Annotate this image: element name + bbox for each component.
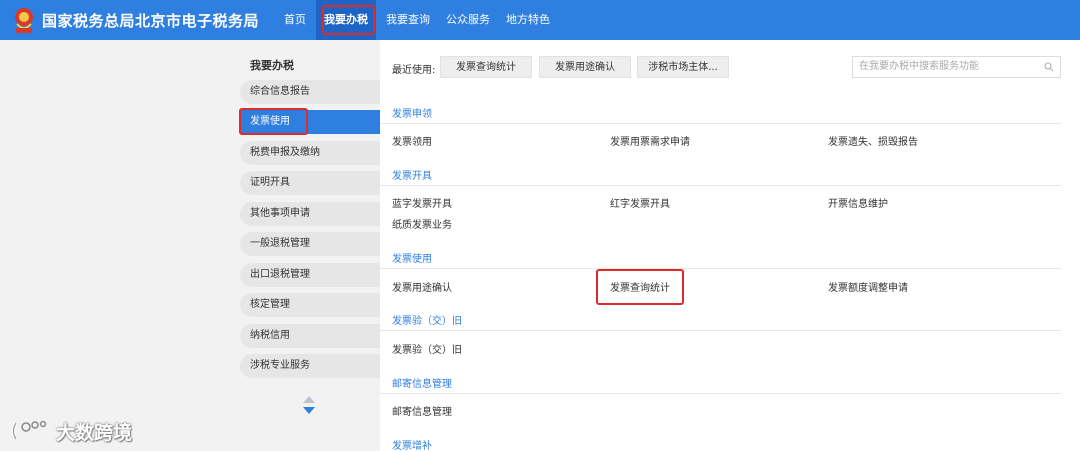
section-divider (380, 268, 1061, 269)
section-title-invoice-verify: 发票验（交）旧 (392, 316, 462, 327)
search-icon[interactable] (1044, 62, 1054, 72)
sidebar-item-professional-services[interactable]: 涉税专业服务 (240, 354, 380, 378)
top-nav-bar: 国家税务总局北京市电子税务局 首页 我要办税 我要查询 公众服务 地方特色 (0, 0, 1080, 40)
link-red-invoice[interactable]: 红字发票开具 (610, 195, 670, 210)
sidebar-item-export-refund[interactable]: 出口退税管理 (240, 263, 380, 287)
section-title-invoice-apply: 发票申领 (392, 109, 432, 120)
link-invoice-verify[interactable]: 发票验（交）旧 (392, 341, 462, 356)
recent-label: 最近使用: (392, 65, 436, 76)
link-mail-info[interactable]: 邮寄信息管理 (392, 403, 452, 418)
link-paper-invoice[interactable]: 纸质发票业务 (392, 216, 452, 231)
sidebar-item-general-refund[interactable]: 一般退税管理 (240, 232, 380, 256)
section-title-invoice-issue: 发票开具 (392, 171, 432, 182)
highlight-box-link (596, 269, 684, 305)
link-invoice-receive[interactable]: 发票领用 (392, 133, 432, 148)
link-blue-invoice[interactable]: 蓝字发票开具 (392, 195, 452, 210)
sidebar-item-other-applications[interactable]: 其他事项申请 (240, 202, 380, 226)
sidebar-item-tax-credit[interactable]: 纳税信用 (240, 324, 380, 348)
nav-query[interactable]: 我要查询 (382, 0, 434, 40)
section-title-invoice-use: 发票使用 (392, 254, 432, 265)
link-invoice-purpose[interactable]: 发票用途确认 (392, 279, 452, 294)
section-divider (380, 123, 1061, 124)
search-placeholder: 在我要办税中搜索服务功能 (859, 61, 979, 72)
scroll-arrows-icon[interactable] (302, 395, 316, 415)
section-divider (380, 330, 1061, 331)
sidebar-item-comprehensive-report[interactable]: 综合信息报告 (240, 80, 380, 104)
sidebar-title: 我要办税 (250, 59, 294, 72)
section-divider (380, 393, 1061, 394)
nav-home[interactable]: 首页 (276, 0, 314, 40)
link-invoice-demand[interactable]: 发票用票需求申请 (610, 133, 690, 148)
sidebar-item-assessment[interactable]: 核定管理 (240, 293, 380, 317)
watermark: 大数跨境 (10, 416, 132, 446)
link-invoice-info-maintain[interactable]: 开票信息维护 (828, 195, 888, 210)
link-invoice-quota-adjust[interactable]: 发票额度调整申请 (828, 279, 908, 294)
search-input[interactable]: 在我要办税中搜索服务功能 (852, 56, 1061, 78)
watermark-logo-icon (12, 420, 47, 440)
sidebar-item-tax-declaration[interactable]: 税费申报及缴纳 (240, 141, 380, 165)
recent-market-entity-button[interactable]: 涉税市场主体... (637, 56, 729, 78)
section-title-mail-info: 邮寄信息管理 (392, 379, 452, 390)
link-invoice-loss-report[interactable]: 发票遗失、损毁报告 (828, 133, 918, 148)
sidebar-item-certificate[interactable]: 证明开具 (240, 171, 380, 195)
highlight-box-nav (322, 5, 375, 35)
recent-invoice-query-button[interactable]: 发票查询统计 (440, 56, 532, 78)
watermark-text: 大数跨境 (56, 421, 133, 444)
section-divider (380, 185, 1061, 186)
highlight-box-sidebar (239, 108, 308, 135)
nav-local-features[interactable]: 地方特色 (502, 0, 554, 40)
nav-public-service[interactable]: 公众服务 (442, 0, 494, 40)
tax-emblem-icon (15, 8, 33, 33)
site-title[interactable]: 国家税务总局北京市电子税务局 (42, 10, 259, 31)
recent-invoice-purpose-button[interactable]: 发票用途确认 (539, 56, 631, 78)
section-title-invoice-supplement: 发票增补 (392, 441, 432, 452)
